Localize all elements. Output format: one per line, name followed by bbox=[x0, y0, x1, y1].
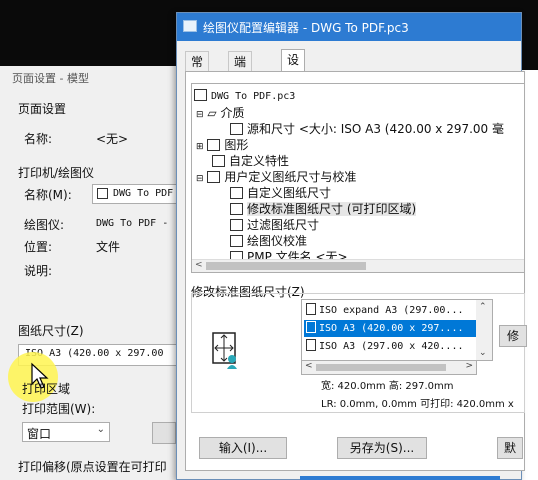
paper-icon bbox=[306, 321, 316, 333]
location-label: 位置: bbox=[24, 240, 53, 254]
media-icon: ▱ bbox=[207, 106, 217, 120]
printer-name-label: 名称(M): bbox=[24, 188, 72, 202]
save-as-button[interactable]: 另存为(S)... bbox=[337, 437, 427, 459]
tree-filter-paper[interactable]: 过滤图纸尺寸 bbox=[230, 216, 319, 233]
editor-titlebar: 绘图仪配置编辑器 - DWG To PDF.pc3 bbox=[177, 13, 521, 41]
defaults-button[interactable]: 默 bbox=[497, 437, 523, 459]
tab-device-settings[interactable]: 设备和文档设置 bbox=[281, 49, 306, 187]
margin-info: LR: 0.0mm, 0.0mm 可打印: 420.0mm x bbox=[321, 399, 514, 410]
tree-user-defined-label: 用户定义图纸尺寸与校准 bbox=[224, 170, 357, 184]
list-vertical-scrollbar[interactable]: ⌃ ⌄ bbox=[476, 300, 492, 360]
page-setup-dialog: 页面设置 - 模型 页面设置 名称: <无> 打印机/绘图仪 名称(M): DW… bbox=[0, 66, 200, 480]
tree-custom-paper-label: 自定义图纸尺寸 bbox=[247, 186, 332, 200]
plot-offset-label: 打印偏移(原点设置在可打印 bbox=[18, 460, 167, 474]
graphics-icon bbox=[207, 139, 221, 151]
description-label: 说明: bbox=[24, 264, 53, 278]
printer-icon bbox=[97, 188, 108, 199]
editor-title: 绘图仪配置编辑器 - DWG To PDF.pc3 bbox=[203, 21, 409, 35]
tree-modify-standard-label: 修改标准图纸尺寸 (可打印区域) bbox=[247, 202, 417, 216]
tree-scroll-thumb[interactable] bbox=[206, 262, 366, 270]
plot-area-label: 打印区域 bbox=[22, 382, 71, 396]
name-label: 名称: bbox=[24, 132, 53, 146]
scroll-up-icon[interactable]: ⌃ bbox=[479, 302, 487, 312]
tab-ports[interactable]: 端口 bbox=[228, 51, 253, 89]
name-value: <无> bbox=[96, 132, 129, 146]
tree-media[interactable]: ⊟ ▱ 介质 bbox=[196, 104, 244, 121]
plotter-value: DWG To PDF - bbox=[96, 218, 169, 229]
plot-range-value: 窗口 bbox=[27, 427, 52, 441]
tree-plotter-calibration[interactable]: 绘图仪校准 bbox=[230, 232, 307, 249]
scroll-right-icon[interactable]: > bbox=[465, 361, 473, 371]
plot-range-label: 打印范围(W): bbox=[22, 402, 96, 416]
size-info: 宽: 420.0mm 高: 297.0mm bbox=[321, 381, 454, 392]
paper-icon bbox=[306, 303, 316, 315]
plot-range-select[interactable]: 窗口 ⌄ bbox=[22, 422, 110, 442]
page-setup-section-label: 页面设置 bbox=[18, 102, 67, 116]
paper-size-preview-icon bbox=[212, 332, 237, 369]
list-item[interactable]: ISO A3 (297.00 x 420.... bbox=[304, 338, 476, 355]
scroll-left-icon[interactable]: < bbox=[305, 361, 313, 371]
user-defined-icon bbox=[207, 171, 221, 183]
calibration-icon bbox=[230, 235, 243, 247]
source-size-icon bbox=[230, 123, 243, 135]
paper-size-list[interactable]: ISO expand A3 (297.00... ISO A3 (420.00 … bbox=[301, 299, 493, 361]
taskbar-edge bbox=[300, 476, 500, 480]
scroll-left-icon[interactable]: < bbox=[195, 260, 203, 270]
tab-general[interactable]: 常规 bbox=[185, 51, 210, 89]
plotter-label: 绘图仪: bbox=[24, 218, 65, 232]
tree-custom-properties[interactable]: 自定义特性 bbox=[212, 152, 289, 169]
tree-source-size-label: 源和尺寸 <大小: ISO A3 (420.00 x 297.00 毫 bbox=[247, 122, 505, 136]
list-item-label: ISO expand A3 (297.00... bbox=[319, 305, 464, 316]
list-horizontal-scrollbar[interactable]: < > bbox=[301, 361, 477, 375]
plotter-app-icon bbox=[183, 20, 197, 32]
printer-section-label: 打印机/绘图仪 bbox=[18, 166, 95, 180]
tree-horizontal-scrollbar[interactable]: < bbox=[192, 259, 524, 272]
tree-graphics-label: 图形 bbox=[224, 138, 249, 152]
custom-paper-icon bbox=[230, 187, 243, 199]
modify-button[interactable]: 修 bbox=[499, 325, 527, 347]
list-item-selected[interactable]: ISO A3 (420.00 x 297.... bbox=[304, 320, 476, 337]
tree-source-size[interactable]: 源和尺寸 <大小: ISO A3 (420.00 x 297.00 毫 bbox=[230, 120, 504, 137]
tree-root[interactable]: DWG To PDF.pc3 bbox=[194, 88, 295, 102]
tree-root-label: DWG To PDF.pc3 bbox=[211, 91, 296, 102]
list-item-label: ISO A3 (297.00 x 420.... bbox=[319, 341, 464, 352]
plotter-config-editor: 绘图仪配置编辑器 - DWG To PDF.pc3 常规 端口 设备和文档设置 … bbox=[176, 12, 527, 480]
settings-tree[interactable]: DWG To PDF.pc3 ⊟ ▱ 介质 源和尺寸 <大小: ISO A3 (… bbox=[191, 83, 525, 273]
paper-size-label: 图纸尺寸(Z) bbox=[18, 324, 84, 338]
tree-user-defined[interactable]: ⊟ 用户定义图纸尺寸与校准 bbox=[196, 168, 356, 185]
plotter-file-icon bbox=[194, 89, 207, 101]
tree-plotter-calibration-label: 绘图仪校准 bbox=[247, 234, 308, 248]
list-item-label: ISO A3 (420.00 x 297.... bbox=[319, 323, 464, 334]
modify-paper-icon bbox=[230, 203, 243, 215]
tree-graphics[interactable]: ⊞ 图形 bbox=[196, 136, 248, 153]
printer-name-value: DWG To PDF bbox=[113, 188, 174, 199]
tree-custom-paper[interactable]: 自定义图纸尺寸 bbox=[230, 184, 331, 201]
window-pick-button[interactable] bbox=[152, 422, 176, 444]
filter-paper-icon bbox=[230, 219, 243, 231]
paper-icon bbox=[306, 339, 316, 351]
custom-properties-icon bbox=[212, 155, 225, 167]
list-scroll-thumb[interactable] bbox=[316, 364, 446, 371]
tree-custom-properties-label: 自定义特性 bbox=[229, 154, 290, 168]
tree-media-label: 介质 bbox=[220, 106, 245, 120]
list-item[interactable]: ISO expand A3 (297.00... bbox=[304, 302, 476, 319]
page-setup-title: 页面设置 - 模型 bbox=[12, 72, 89, 85]
tree-filter-paper-label: 过滤图纸尺寸 bbox=[247, 218, 320, 232]
chevron-down-icon: ⌄ bbox=[96, 424, 105, 435]
tree-modify-standard[interactable]: 修改标准图纸尺寸 (可打印区域) bbox=[230, 200, 417, 217]
scroll-down-icon[interactable]: ⌄ bbox=[479, 348, 487, 358]
location-value: 文件 bbox=[96, 240, 121, 254]
import-button[interactable]: 输入(I)... bbox=[199, 437, 287, 459]
